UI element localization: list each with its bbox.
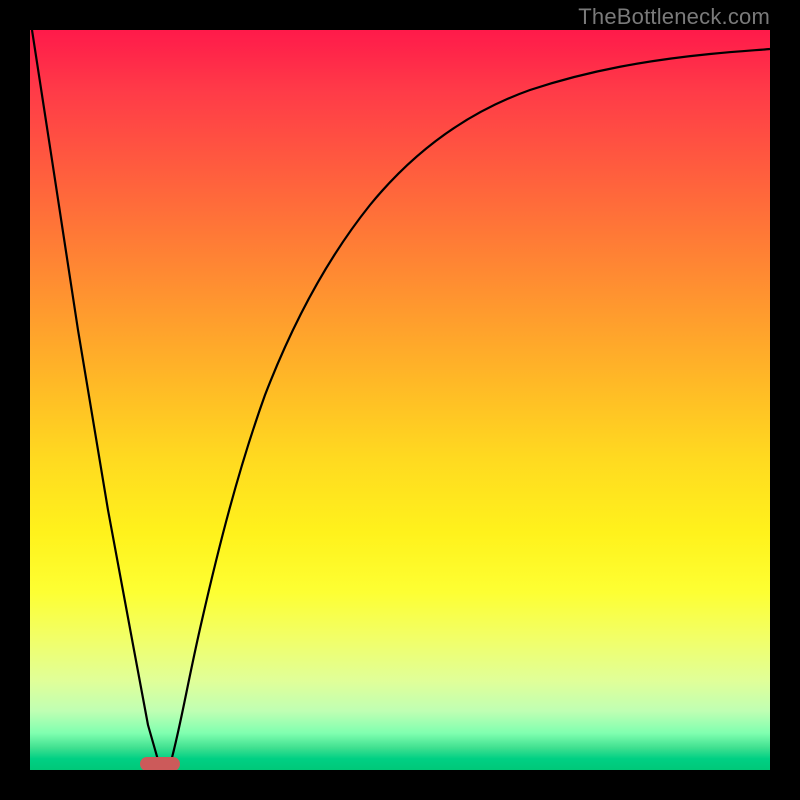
bottleneck-curves bbox=[30, 30, 770, 770]
curve-left bbox=[32, 30, 161, 765]
optimum-marker bbox=[140, 757, 180, 770]
plot-area bbox=[30, 30, 770, 770]
attribution-label: TheBottleneck.com bbox=[578, 4, 770, 30]
curve-right bbox=[170, 49, 770, 765]
